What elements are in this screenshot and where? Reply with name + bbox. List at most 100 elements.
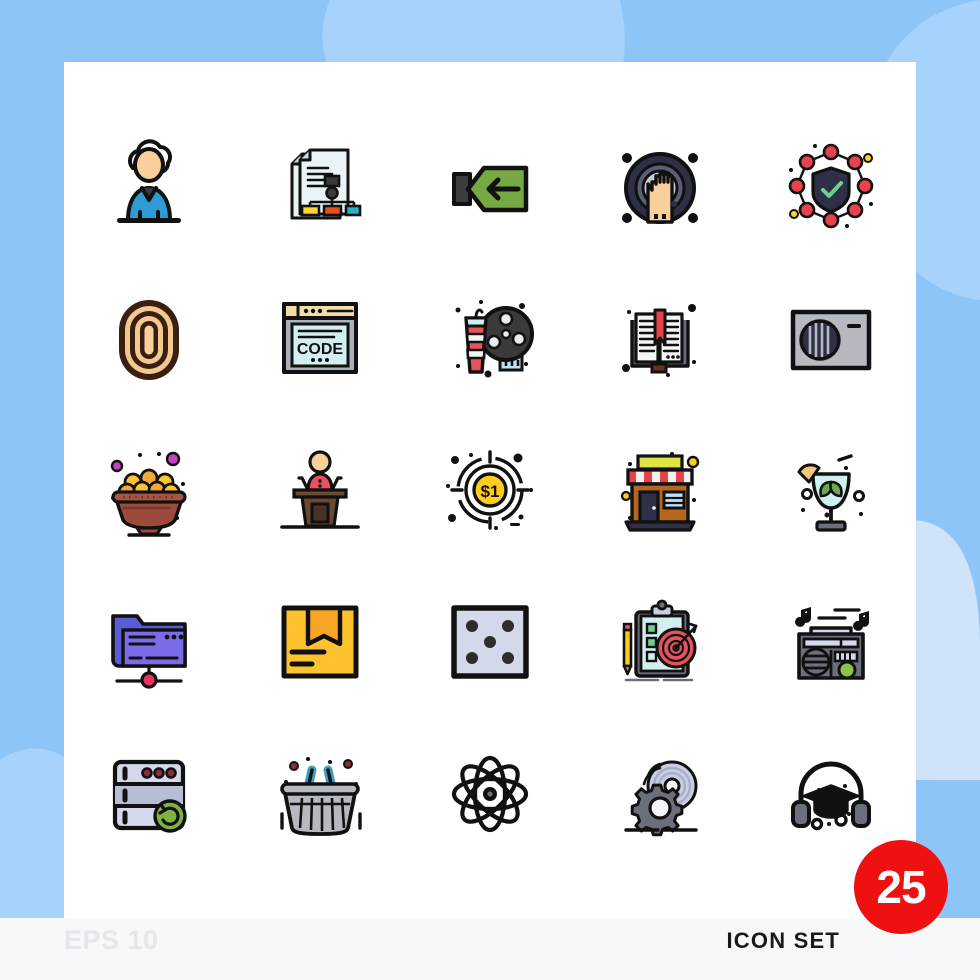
network-security-icon: [788, 143, 874, 229]
icon-cell-podium-speaker-icon[interactable]: [234, 414, 404, 566]
hand-shape: [646, 172, 675, 224]
icon-cell-gear-disc-icon[interactable]: [575, 718, 745, 870]
cup-stripe: [465, 332, 487, 344]
basket-specks: [283, 757, 358, 786]
node-yellow-1: [862, 153, 873, 163]
icon-cell-server-restore-icon[interactable]: [64, 718, 234, 870]
radio-knob: [837, 660, 857, 680]
podium-speaker-icon: [279, 450, 360, 529]
hand-scan-icon: [622, 152, 699, 224]
server-restore-icon: [113, 759, 187, 833]
icon-count-value: 25: [876, 861, 926, 913]
icon-cell-shopping-basket-icon[interactable]: [234, 718, 404, 870]
cup-stripe-2: [466, 348, 486, 360]
code-word: CODE: [296, 341, 343, 358]
network-node: [140, 671, 158, 689]
store-signboard: [636, 454, 684, 471]
icon-cell-package-box-icon[interactable]: [234, 566, 404, 718]
flow-node-top: [323, 174, 340, 188]
code-browser-icon: CODE: [281, 302, 358, 374]
icon-cell-code-browser-icon[interactable]: CODE: [234, 262, 404, 414]
sweets-bowl-icon: [110, 451, 187, 537]
bowl-foot: [135, 526, 163, 536]
earcup-left: [790, 800, 811, 828]
icon-cell-air-conditioner-icon[interactable]: [746, 262, 916, 414]
icon-cell-dollar-target-icon[interactable]: $1: [405, 414, 575, 566]
basket-rim: [279, 782, 360, 796]
icon-cell-back-arrow-flag-icon[interactable]: [405, 110, 575, 262]
icon-cell-goal-clipboard-icon[interactable]: [575, 566, 745, 718]
icon-cell-person-idea-icon[interactable]: [64, 110, 234, 262]
nucleus-core: [487, 791, 493, 797]
package-box-icon: [281, 605, 359, 679]
icon-cell-document-flowchart-icon[interactable]: [234, 110, 404, 262]
icon-cell-open-book-icon[interactable]: [575, 262, 745, 414]
cinema-reel-icon: [455, 300, 534, 378]
icon-cell-atom-science-icon[interactable]: [405, 718, 575, 870]
air-conditioner-icon: [790, 309, 872, 371]
icon-count-badge: 25: [854, 840, 948, 934]
sparkle-magenta-2: [165, 451, 181, 467]
mojito-cocktail-icon: [797, 454, 865, 532]
flow-node-mid: [324, 186, 339, 200]
gear-hub: [648, 796, 672, 820]
shared-folder-icon: [111, 614, 187, 689]
bookmark-ribbon: [653, 308, 667, 346]
dice-five-icon: [451, 605, 529, 679]
tuner-strip: [802, 637, 860, 649]
icon-cell-hand-scan-icon[interactable]: [575, 110, 745, 262]
print-core: [144, 325, 154, 355]
page-dots: [666, 355, 681, 359]
store-window: [662, 490, 686, 510]
icon-cell-radio-boombox-icon[interactable]: [746, 566, 916, 718]
storefront-icon: [621, 452, 700, 532]
scan-dot-inner: [671, 201, 678, 207]
antenna-lines: [817, 608, 861, 620]
pencil-body: [623, 628, 633, 668]
earcup-right: [850, 800, 871, 828]
cocktail-straw: [837, 454, 853, 462]
sparkle-magenta-1: [110, 459, 124, 473]
checklist-items: [646, 622, 658, 663]
icon-cell-cinema-reel-icon[interactable]: [405, 262, 575, 414]
icon-cell-mojito-cocktail-icon[interactable]: [746, 414, 916, 566]
ac-vent: [846, 324, 861, 328]
flow-node-yellow: [300, 204, 320, 217]
atom-science-icon: [451, 755, 529, 833]
clip-ring: [656, 599, 668, 611]
speaker-head: [307, 450, 332, 474]
store-sparkle-1: [687, 455, 700, 469]
dollar-target-icon: $1: [445, 450, 533, 530]
glass-base: [815, 520, 847, 532]
reel-center: [500, 328, 512, 340]
shield-shape: [811, 166, 851, 214]
ground-line: [117, 218, 182, 223]
fingerprint-icon: [119, 300, 180, 380]
document-flowchart-icon: [290, 148, 361, 220]
node-yellow-2: [788, 209, 799, 219]
icon-cell-shared-folder-icon[interactable]: [64, 566, 234, 718]
icon-cell-dice-five-icon[interactable]: [405, 566, 575, 718]
eps-format-label: EPS 10: [64, 925, 159, 955]
flow-node-cyan: [344, 204, 361, 217]
podium-panel: [310, 502, 330, 524]
flow-node-orange: [322, 204, 342, 217]
open-book-icon: [622, 304, 697, 377]
back-arrow-flag-icon: [451, 165, 529, 213]
pencil-tip: [623, 664, 633, 676]
shopping-basket-icon: [279, 757, 362, 836]
goal-clipboard-icon: [623, 599, 699, 682]
icon-cell-network-security-icon[interactable]: [746, 110, 916, 262]
icon-cell-fingerprint-icon[interactable]: [64, 262, 234, 414]
ac-fan: [799, 319, 841, 361]
icon-grid: CODE $1: [64, 110, 916, 870]
store-step: [624, 520, 696, 532]
gear-disc-icon: [624, 760, 699, 837]
pencil-eraser: [623, 622, 633, 632]
door-knob: [652, 506, 657, 510]
book-stand: [650, 362, 668, 374]
icon-cell-storefront-icon[interactable]: [575, 414, 745, 566]
dollar-amount-label: $1: [481, 482, 500, 501]
icon-cell-sweets-bowl-icon[interactable]: [64, 414, 234, 566]
titlebar-dots: [303, 308, 322, 314]
